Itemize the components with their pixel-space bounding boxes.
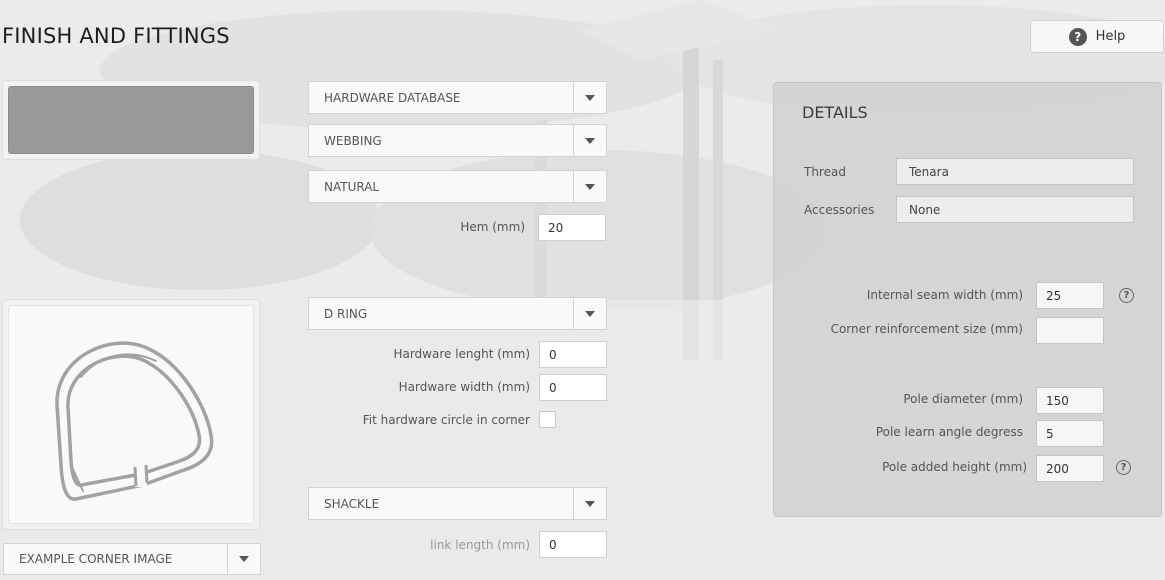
pole-angle-input[interactable]: 5: [1036, 420, 1104, 447]
internal-seam-label: Internal seam width (mm): [866, 288, 1023, 302]
color-swatch-panel: [2, 80, 260, 160]
corner-reinforcement-label: Corner reinforcement size (mm): [830, 322, 1023, 336]
thread-field: Tenara: [896, 158, 1134, 185]
help-label: Help: [1095, 29, 1126, 44]
hardware-database-select[interactable]: HARDWARE DATABASE: [308, 81, 607, 114]
help-circle-icon: ?: [1068, 27, 1087, 46]
link-length-label: link length (mm): [430, 538, 530, 552]
shackle-select[interactable]: SHACKLE: [308, 487, 607, 520]
hardware-database-select-value: HARDWARE DATABASE: [324, 90, 461, 105]
corner-image-select[interactable]: EXAMPLE CORNER IMAGE: [3, 543, 261, 575]
fit-circle-label: Fit hardware circle in corner: [362, 413, 530, 427]
chevron-down-icon: [573, 488, 606, 519]
internal-seam-input[interactable]: 25: [1036, 282, 1104, 309]
chevron-down-icon: [227, 544, 260, 574]
d-ring-select[interactable]: D RING: [308, 297, 607, 330]
shackle-select-value: SHACKLE: [324, 496, 380, 511]
help-button[interactable]: ? Help: [1030, 20, 1164, 53]
thread-label: Thread: [804, 165, 846, 179]
corner-image-panel: [2, 299, 260, 530]
hardware-width-input[interactable]: 0: [539, 374, 607, 401]
fit-circle-checkbox[interactable]: [539, 411, 556, 428]
hardware-width-label: Hardware width (mm): [398, 380, 530, 394]
webbing-select-value: WEBBING: [324, 133, 382, 148]
hem-label: Hem (mm): [460, 220, 525, 234]
d-ring-select-value: D RING: [324, 306, 368, 321]
pole-diameter-input[interactable]: 150: [1036, 387, 1104, 414]
pole-diameter-label: Pole diameter (mm): [903, 392, 1023, 406]
natural-select-value: NATURAL: [324, 179, 380, 194]
link-length-input[interactable]: 0: [539, 531, 607, 558]
info-icon[interactable]: ?: [1119, 288, 1134, 303]
chevron-down-icon: [573, 171, 606, 202]
natural-select[interactable]: NATURAL: [308, 170, 607, 203]
webbing-select[interactable]: WEBBING: [308, 124, 607, 157]
chevron-down-icon: [573, 298, 606, 329]
pole-angle-label: Pole learn angle degress: [875, 425, 1023, 439]
color-swatch[interactable]: [8, 86, 254, 154]
hem-input[interactable]: 20: [538, 214, 606, 241]
chevron-down-icon: [573, 125, 606, 156]
chevron-down-icon: [573, 82, 606, 113]
details-title: DETAILS: [802, 103, 868, 122]
accessories-field: None: [896, 196, 1134, 223]
pole-height-label: Pole added height (mm): [882, 460, 1027, 474]
hardware-length-label: Hardware lenght (mm): [393, 347, 530, 361]
corner-reinforcement-input[interactable]: [1036, 317, 1104, 344]
d-ring-icon: [55, 340, 214, 501]
accessories-label: Accessories: [804, 203, 875, 217]
pole-height-input[interactable]: 200: [1036, 455, 1104, 482]
hardware-length-input[interactable]: 0: [539, 341, 607, 368]
info-icon[interactable]: ?: [1116, 460, 1131, 475]
corner-image-select-value: EXAMPLE CORNER IMAGE: [19, 552, 173, 566]
page-title: FINISH AND FITTINGS: [2, 24, 230, 48]
